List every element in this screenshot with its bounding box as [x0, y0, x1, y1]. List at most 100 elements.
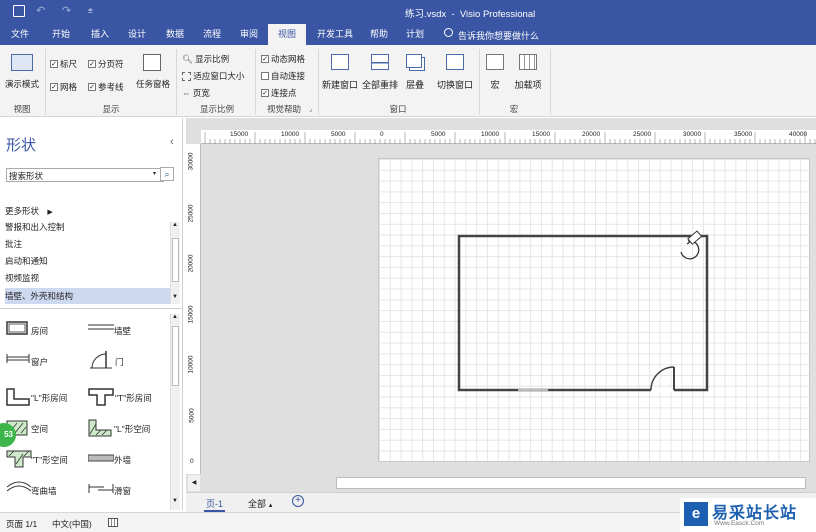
- ruler-checkbox[interactable]: ✓ 标尺: [50, 58, 77, 70]
- shape-label: "T"形空间: [31, 455, 68, 465]
- macro-recording-icon[interactable]: [108, 518, 118, 527]
- tab-process[interactable]: 流程: [195, 24, 229, 45]
- exterior-wall-shape-icon[interactable]: [88, 454, 114, 463]
- scroll-down-icon[interactable]: ▼: [172, 294, 178, 300]
- arrange-all-button[interactable]: 全部重排: [360, 51, 400, 95]
- cascade-button[interactable]: 层叠: [398, 51, 432, 95]
- ruler-tick-label: 5000: [331, 131, 346, 138]
- horizontal-ruler[interactable]: 15000 10000 5000 0 5000 10000 15000 2000…: [201, 130, 816, 144]
- t-room-shape-icon[interactable]: [88, 388, 114, 406]
- tab-home[interactable]: 开始: [44, 24, 78, 45]
- guides-checkbox[interactable]: ✓ 参考线: [88, 81, 124, 93]
- plus-icon[interactable]: +: [292, 495, 304, 507]
- door-shape-icon[interactable]: [90, 347, 112, 369]
- grid-checkbox[interactable]: ✓ 网格: [50, 81, 77, 93]
- stencil-item[interactable]: 视频监视: [5, 270, 169, 286]
- scroll-up-icon[interactable]: ▲: [172, 222, 178, 228]
- switch-windows-button[interactable]: 切换窗口: [434, 51, 476, 95]
- zoom-button[interactable]: 🔍︎ 显示比例: [182, 53, 229, 65]
- wall-shape-icon[interactable]: [88, 323, 114, 331]
- ruler-tick-label: 25000: [633, 131, 652, 138]
- window-shape-icon[interactable]: [6, 354, 30, 363]
- search-input[interactable]: 搜索形状 ▾: [6, 168, 164, 182]
- new-window-button[interactable]: 新建窗口: [320, 51, 360, 95]
- tell-me-input[interactable]: 告诉我你想要做什么: [458, 29, 539, 42]
- page-break-checkbox[interactable]: ✓ 分页符: [88, 58, 124, 70]
- switch-windows-icon: [446, 54, 464, 70]
- l-room-shape-icon[interactable]: [6, 388, 30, 406]
- divider: [0, 308, 183, 309]
- divider: [318, 49, 319, 115]
- site-logo-icon: e: [684, 502, 708, 526]
- autoconnect-checkbox[interactable]: 自动连接: [261, 70, 305, 82]
- tab-help[interactable]: 帮助: [363, 24, 395, 45]
- undo-icon[interactable]: ↶: [36, 4, 45, 17]
- caret-up-icon: ▲: [266, 503, 274, 509]
- more-shapes-button[interactable]: 更多形状 ▶: [5, 205, 53, 217]
- language-indicator[interactable]: 中文(中国): [52, 518, 92, 530]
- dialog-launcher-icon[interactable]: ⌟: [309, 105, 312, 113]
- collapse-panel-icon[interactable]: ‹: [170, 136, 174, 148]
- addins-button[interactable]: 加载项: [510, 51, 546, 95]
- room-shape-icon[interactable]: [6, 321, 28, 335]
- page-indicator[interactable]: 页面 1/1: [6, 518, 37, 530]
- page-tab-current[interactable]: 页-1: [204, 497, 226, 512]
- search-icon[interactable]: ⌕: [160, 167, 174, 181]
- customize-icon[interactable]: ⩧: [88, 6, 93, 16]
- tab-design[interactable]: 设计: [120, 24, 154, 45]
- checkbox-checked-icon: ✓: [88, 59, 96, 68]
- shape-label: 房间: [31, 326, 49, 336]
- ruler-tick-label: 15000: [187, 305, 195, 324]
- ruler-tick-label: 15000: [532, 131, 551, 138]
- ruler-tick-label: 5000: [431, 131, 446, 138]
- t-space-shape-icon[interactable]: [6, 450, 32, 468]
- all-pages-button[interactable]: 全部 ▲: [248, 497, 274, 510]
- shape-label: 门: [115, 357, 124, 367]
- present-mode-button[interactable]: 演示模式: [3, 51, 41, 95]
- scroll-thumb[interactable]: [172, 326, 179, 386]
- fit-window-button[interactable]: 适应窗口大小: [182, 70, 244, 82]
- scroll-up-icon[interactable]: ▲: [172, 314, 178, 320]
- shape-label: 空间: [31, 424, 49, 434]
- stencil-item[interactable]: 启动和通知: [5, 253, 169, 269]
- page-width-button[interactable]: ⇔ 页宽: [182, 87, 210, 99]
- ribbon: 演示模式 视图 ✓ 标尺 ✓ 分页符 ✓ 网格 ✓ 参考线 任务窗格 显示 🔍︎ 显示比…: [0, 45, 816, 117]
- tab-plan[interactable]: 计划: [398, 24, 432, 45]
- ruler-tick-label: 15000: [230, 131, 249, 138]
- ruler-tick-label: 10000: [187, 355, 195, 374]
- room-drawing[interactable]: [378, 158, 810, 462]
- tab-review[interactable]: 审阅: [232, 24, 266, 45]
- vertical-ruler[interactable]: 30000 25000 20000 15000 10000 5000 0: [186, 144, 201, 474]
- stencil-item[interactable]: 警报和出入控制: [5, 219, 169, 235]
- tab-insert[interactable]: 插入: [83, 24, 117, 45]
- ruler-tick-label: 0: [190, 458, 194, 465]
- l-space-shape-icon[interactable]: [88, 419, 112, 437]
- scroll-down-icon[interactable]: ▼: [172, 498, 178, 504]
- stencil-item-selected[interactable]: 墙壁、外壳和结构: [5, 288, 170, 304]
- sliding-window-shape-icon[interactable]: [88, 484, 114, 493]
- save-icon[interactable]: [13, 5, 25, 17]
- tab-developer[interactable]: 开发工具: [310, 24, 360, 45]
- connection-points-checkbox[interactable]: ✓ 连接点: [261, 87, 297, 99]
- ruler-tick-label: 10000: [481, 131, 500, 138]
- scroll-left-icon[interactable]: ◀: [188, 475, 200, 491]
- group-label-view: 视图: [13, 104, 31, 114]
- macros-button[interactable]: 宏: [482, 51, 508, 95]
- dynamic-grid-checkbox[interactable]: ✓ 动态网格: [261, 53, 305, 65]
- curved-wall-shape-icon[interactable]: [6, 481, 32, 493]
- tab-view[interactable]: 视图: [268, 24, 306, 45]
- magnifier-icon: 🔍︎: [182, 54, 193, 64]
- dropdown-arrow-icon[interactable]: ▾: [153, 170, 156, 177]
- stencil-item[interactable]: 批注: [5, 236, 169, 252]
- tab-data[interactable]: 数据: [158, 24, 192, 45]
- group-label-window: 窗口: [389, 104, 407, 114]
- horizontal-scrollbar[interactable]: [336, 477, 806, 489]
- stencil-list-scrollbar[interactable]: ▲ ▼: [170, 222, 180, 304]
- task-panes-button[interactable]: 任务窗格: [133, 51, 173, 95]
- chevron-right-icon: ▶: [47, 209, 53, 216]
- tab-file[interactable]: 文件: [4, 24, 36, 45]
- lightbulb-icon: [444, 28, 453, 37]
- shapes-scrollbar[interactable]: ▲ ▼: [170, 314, 180, 510]
- scroll-thumb[interactable]: [172, 238, 179, 282]
- redo-icon[interactable]: ↷: [62, 4, 71, 17]
